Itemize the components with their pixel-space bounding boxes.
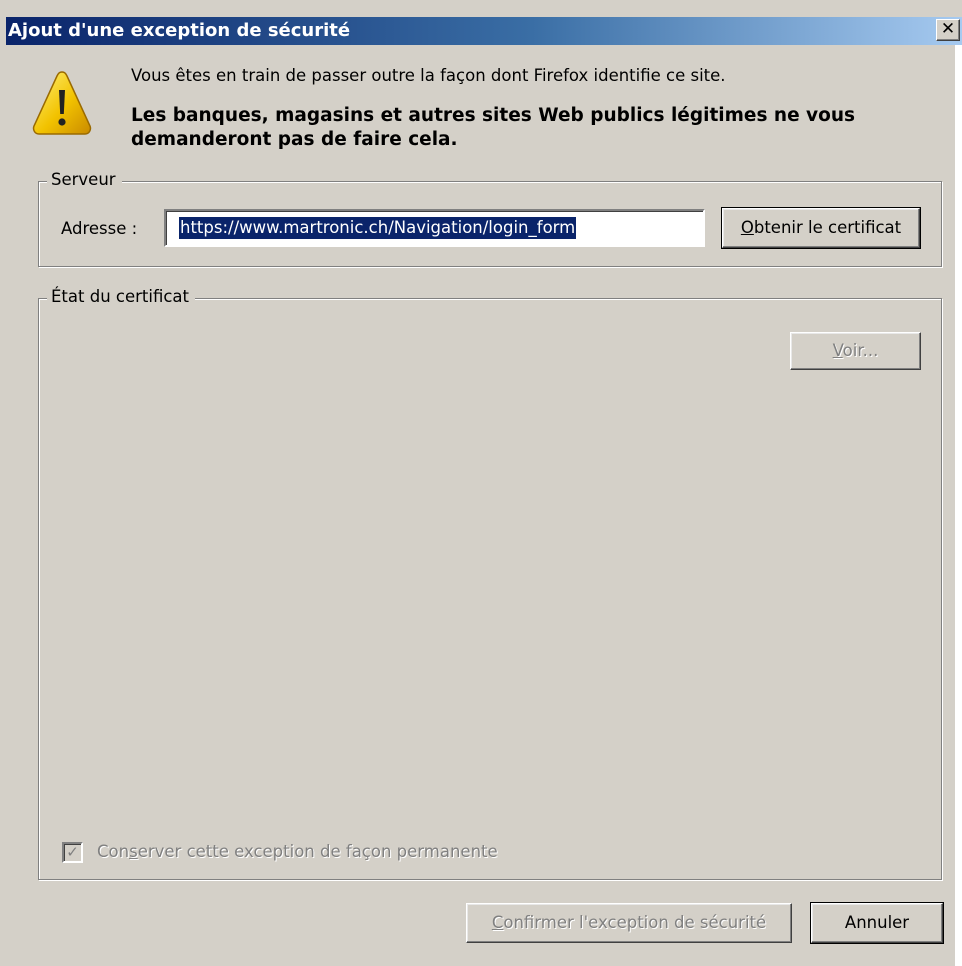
dialog-window: Ajout d'une exception de sécurité ✕ Vous… bbox=[0, 0, 962, 966]
get-certificate-label: btenir le certificat bbox=[753, 218, 902, 237]
window-right-edge bbox=[955, 45, 962, 966]
view-accesskey: V bbox=[832, 341, 843, 360]
cancel-button[interactable]: Annuler bbox=[810, 902, 944, 944]
confirm-label: onfirmer l'exception de sécurité bbox=[503, 913, 767, 932]
server-group-legend: Serveur bbox=[47, 170, 122, 189]
close-icon: ✕ bbox=[940, 19, 956, 39]
get-certificate-accesskey: O bbox=[740, 218, 754, 237]
address-input-value: https://www.martronic.ch/Navigation/logi… bbox=[179, 217, 577, 239]
view-label: oir... bbox=[842, 341, 879, 360]
warning-message-bold: Les banques, magasins et autres sites We… bbox=[131, 105, 856, 150]
check-mark-icon: ✓ bbox=[66, 843, 79, 861]
close-button[interactable]: ✕ bbox=[936, 19, 960, 41]
confirm-accesskey: C bbox=[491, 913, 504, 932]
certificate-status-group: État du certificat bbox=[38, 287, 942, 880]
warning-message: Vous êtes en train de passer outre la fa… bbox=[131, 66, 726, 85]
window-title: Ajout d'une exception de sécurité bbox=[8, 20, 351, 41]
window-left-border bbox=[0, 17, 6, 966]
view-certificate-button[interactable]: Voir... bbox=[790, 332, 921, 370]
address-input[interactable]: https://www.martronic.ch/Navigation/logi… bbox=[164, 209, 705, 247]
permanent-label-accesskey: s bbox=[129, 842, 138, 861]
get-certificate-button[interactable]: Obtenir le certificat bbox=[721, 207, 921, 249]
permanent-exception-label[interactable]: Conserver cette exception de façon perma… bbox=[97, 842, 498, 861]
confirm-exception-button[interactable]: Confirmer l'exception de sécurité bbox=[466, 903, 792, 943]
title-bar[interactable]: Ajout d'une exception de sécurité ✕ bbox=[6, 17, 962, 45]
address-label: Adresse : bbox=[61, 219, 138, 238]
warning-icon bbox=[32, 71, 92, 135]
permanent-label-part: Con bbox=[97, 842, 130, 861]
certificate-status-legend: État du certificat bbox=[47, 287, 196, 306]
permanent-exception-checkbox[interactable]: ✓ bbox=[62, 842, 83, 863]
permanent-label-rest: erver cette exception de façon permanent… bbox=[137, 842, 498, 861]
